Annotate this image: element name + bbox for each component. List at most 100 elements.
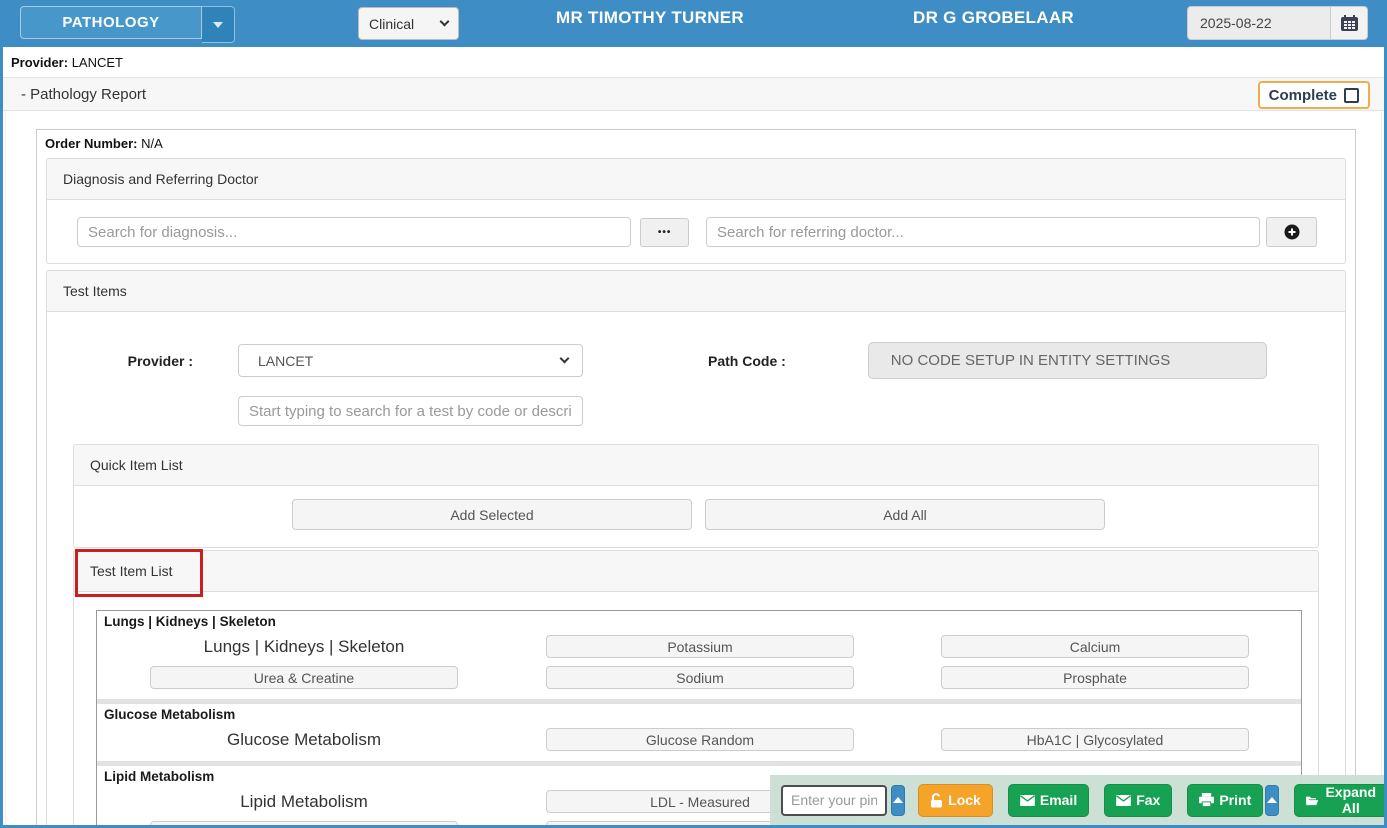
test-search-input[interactable] [238, 396, 583, 426]
print-options-caret-button[interactable] [1265, 785, 1279, 816]
module-dropdown-caret[interactable] [202, 6, 235, 43]
provider-label: Provider: [11, 55, 68, 70]
chevron-down-icon [440, 17, 450, 27]
plus-circle-icon [1284, 224, 1300, 240]
test-item-button[interactable]: Potassium [546, 635, 854, 658]
test-group: Lungs | Kidneys | SkeletonLungs | Kidney… [97, 611, 1301, 699]
complete-button[interactable]: Complete [1258, 81, 1370, 109]
chevron-down-icon [560, 354, 570, 364]
test-item-button[interactable]: Sodium [546, 666, 854, 689]
add-doctor-button[interactable] [1266, 217, 1317, 247]
provider-value: LANCET [72, 55, 123, 70]
caret-down-icon [213, 22, 223, 28]
lock-button[interactable]: Lock [918, 784, 993, 817]
date-input[interactable] [1187, 6, 1331, 40]
email-button[interactable]: Email [1008, 784, 1089, 817]
test-item-button[interactable]: HbA1C | Glycosylated [941, 728, 1249, 751]
test-group: Glucose MetabolismGlucose MetabolismGluc… [97, 699, 1301, 761]
expand-all-button[interactable]: Expand All [1294, 784, 1387, 817]
test-cell: Lipogram [97, 821, 511, 828]
test-item-button[interactable]: Calcium [941, 635, 1249, 658]
test-provider-label: Provider : [47, 353, 193, 369]
test-group-header: Glucose Metabolism [97, 704, 1301, 724]
referring-doctor-search-input[interactable] [706, 217, 1260, 247]
provider-row: Provider : LANCET Path Code : NO CODE SE… [47, 342, 1345, 379]
test-items-title: Test Items [47, 271, 1345, 312]
provider-bar: Provider: LANCET [3, 47, 1384, 77]
test-item-button[interactable]: Urea & Creatine [150, 666, 458, 689]
top-header-bar: PATHOLOGY Clinical MR TIMOTHY TURNER DR … [3, 0, 1384, 47]
caret-up-icon [893, 797, 903, 803]
test-cell: Sodium [511, 666, 889, 689]
test-item-button[interactable]: Prosphate [941, 666, 1249, 689]
test-group-header: Lungs | Kidneys | Skeleton [97, 611, 1301, 631]
diagnosis-panel-title: Diagnosis and Referring Doctor [47, 159, 1345, 200]
pin-input[interactable] [781, 785, 887, 816]
diagnosis-search-input[interactable] [77, 217, 631, 247]
test-cell: HbA1C | Glycosylated [889, 728, 1301, 751]
calendar-icon [1341, 15, 1358, 31]
patient-name: MR TIMOTHY TURNER [556, 8, 744, 28]
module-dropdown-button[interactable]: PATHOLOGY [20, 6, 202, 39]
module-dropdown: PATHOLOGY [20, 6, 235, 43]
calendar-button[interactable] [1331, 6, 1368, 40]
provider-select-value: LANCET [258, 353, 313, 369]
quick-item-list-title: Quick Item List [74, 445, 1318, 486]
expand-all-label: Expand All [1324, 784, 1378, 816]
path-code-label: Path Code : [708, 353, 786, 369]
report-body: Order Number: N/A Diagnosis and Referrin… [5, 111, 1382, 824]
test-search-row [238, 396, 1345, 426]
unlock-icon [930, 793, 943, 808]
test-cell: Prosphate [889, 666, 1301, 689]
date-group [1187, 6, 1368, 40]
complete-checkbox[interactable] [1344, 88, 1359, 103]
report-header[interactable]: - Pathology Report Complete [3, 77, 1384, 111]
test-item-button[interactable]: Lipogram [150, 821, 458, 828]
provider-select[interactable]: LANCET [238, 344, 583, 377]
doctor-name: DR G GROBELAAR [913, 8, 1074, 28]
printer-icon [1199, 793, 1214, 807]
pin-toolbar: Lock Email Fax Print [770, 775, 1387, 825]
test-cell: Potassium [511, 635, 889, 658]
envelope-icon [1020, 795, 1035, 806]
order-number-value: N/A [141, 136, 163, 151]
diagnosis-panel: Diagnosis and Referring Doctor ••• [46, 158, 1346, 264]
lock-label: Lock [948, 792, 981, 808]
test-items-panel: Test Items Provider : LANCET Path Code :… [46, 270, 1346, 828]
print-label: Print [1219, 792, 1251, 808]
test-item-list-title: Test Item List [90, 563, 172, 579]
pathology-page: PATHOLOGY Clinical MR TIMOTHY TURNER DR … [0, 0, 1387, 828]
path-code-field: NO CODE SETUP IN ENTITY SETTINGS [868, 342, 1267, 379]
order-number: Order Number: N/A [37, 130, 1355, 155]
test-row: Glucose Metabolism Glucose Random HbA1C | … [97, 728, 1301, 751]
test-group-label: Lungs | Kidneys | Skeleton [204, 637, 405, 657]
email-label: Email [1040, 792, 1077, 808]
test-group-label: Lipid Metabolism [240, 792, 368, 812]
test-item-list-header: Test Item List [74, 551, 1318, 592]
fax-button[interactable]: Fax [1104, 784, 1172, 817]
test-cell: Glucose Metabolism [97, 730, 511, 750]
diagnosis-more-button[interactable]: ••• [640, 218, 689, 247]
test-cell: Glucose Random [511, 728, 889, 751]
diagnosis-row: ••• [47, 200, 1345, 263]
test-cell: Calcium [889, 635, 1301, 658]
add-all-button[interactable]: Add All [705, 499, 1105, 530]
test-group-label: Glucose Metabolism [227, 730, 381, 750]
test-cell: Lipid Metabolism [97, 792, 511, 812]
folder-open-icon [1306, 794, 1318, 807]
envelope-icon [1116, 795, 1131, 806]
test-item-button[interactable]: Glucose Random [546, 728, 854, 751]
caret-up-icon [1267, 797, 1277, 803]
print-button[interactable]: Print [1187, 784, 1263, 817]
pin-caret-button[interactable] [891, 785, 905, 816]
add-selected-button[interactable]: Add Selected [292, 499, 692, 530]
test-cell: Lungs | Kidneys | Skeleton [97, 637, 511, 657]
test-row: Urea & Creatine Sodium Prosphate [97, 666, 1301, 689]
page-title: - Pathology Report [21, 86, 146, 103]
test-row: Lungs | Kidneys | Skeleton Potassium Calci… [97, 635, 1301, 658]
clinical-select-value: Clinical [369, 16, 414, 32]
test-cell: Urea & Creatine [97, 666, 511, 689]
complete-label: Complete [1269, 87, 1337, 104]
clinical-select[interactable]: Clinical [358, 7, 459, 40]
order-number-label: Order Number: [45, 136, 137, 151]
